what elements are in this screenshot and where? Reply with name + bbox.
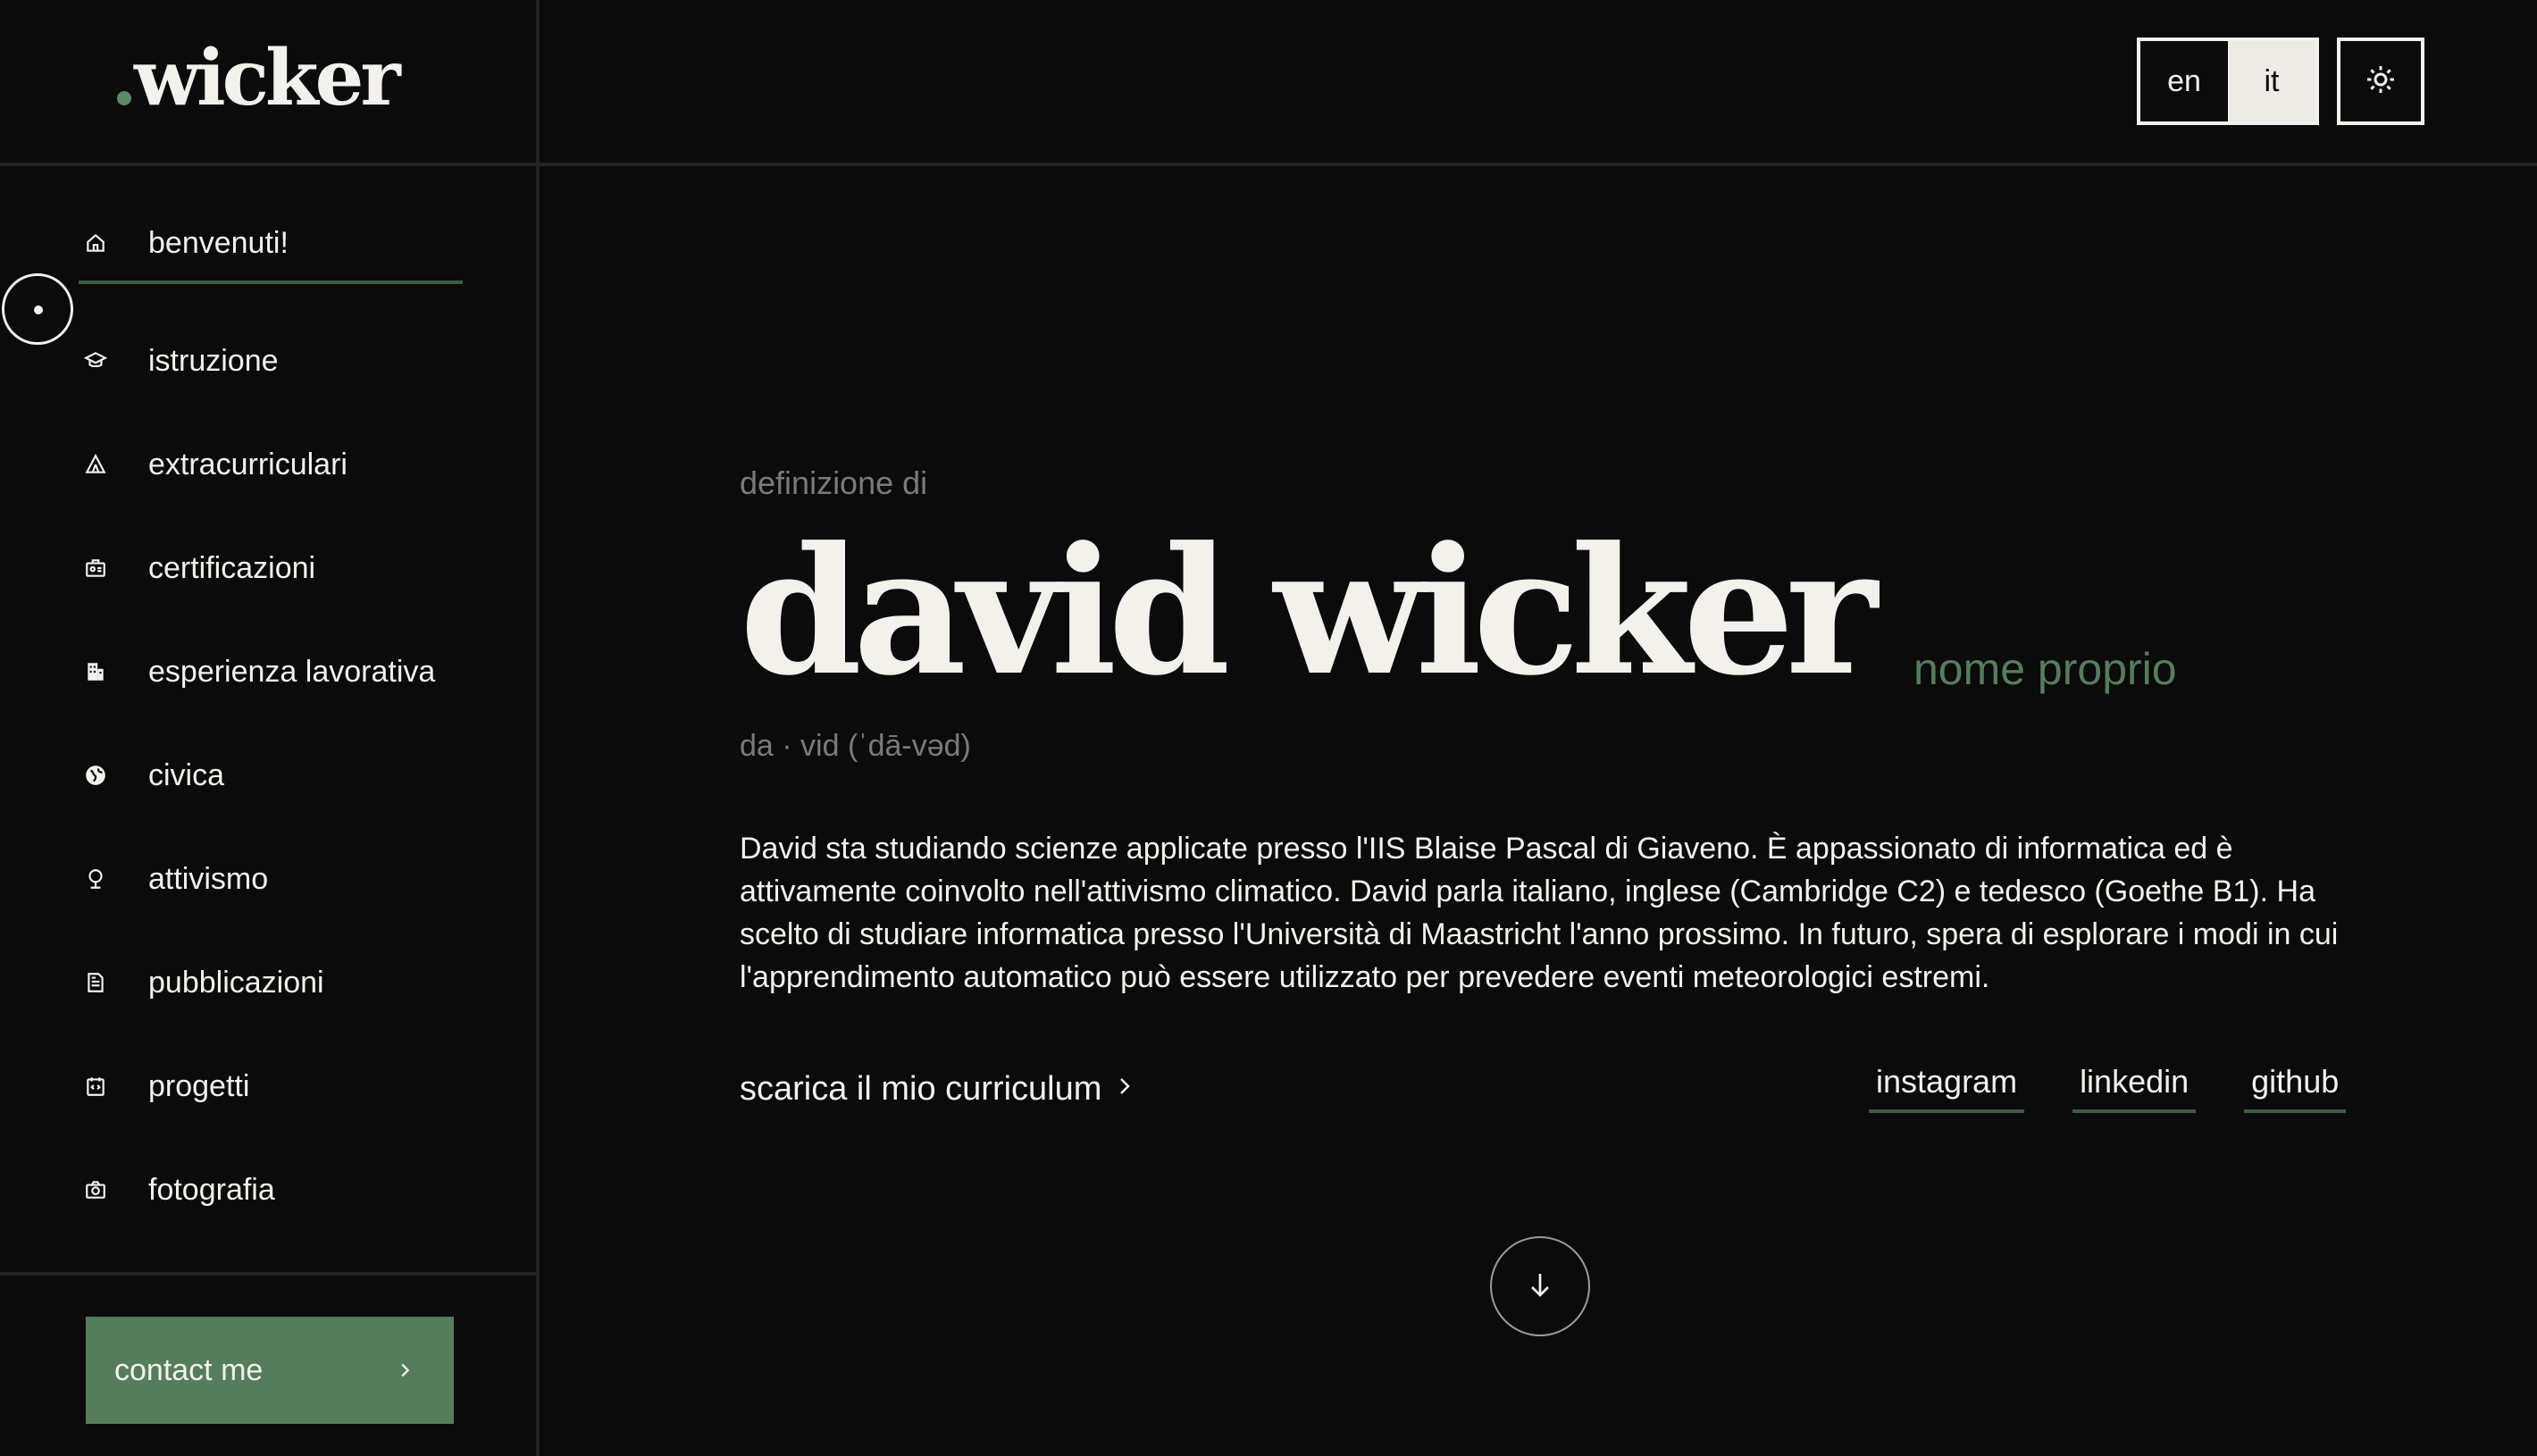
sidebar-item-extracurriculari[interactable]: extracurriculari [79,413,463,516]
arrow-down-icon [1524,1268,1556,1305]
word-class: nome proprio [1913,644,2177,694]
sidebar-item-esperienza-lavorativa[interactable]: esperienza lavorativa [79,620,463,724]
sidebar-item-attivismo[interactable]: attivismo [79,827,463,931]
contact-me-button[interactable]: contact me [86,1317,454,1424]
sidebar: .wicker benvenuti! istruzione extracurri… [0,0,540,1456]
download-cv-label: scarica il mio curriculum [740,1070,1102,1108]
sidebar-item-label: attivismo [148,861,269,896]
topbar: en it [540,0,2537,166]
code-icon [84,1065,127,1108]
logo-area: .wicker [0,0,536,166]
social-links: instagram linkedin github [1869,1063,2347,1113]
sidebar-item-label: civica [148,757,225,792]
sidebar-item-label: istruzione [148,343,279,378]
lang-it-button[interactable]: it [2228,41,2315,121]
github-link[interactable]: github [2244,1063,2347,1113]
sidebar-footer: contact me [0,1272,536,1456]
sidebar-item-label: esperienza lavorativa [148,654,436,689]
name-row: david wicker nome proprio [740,518,2177,706]
scroll-down-button[interactable] [1490,1236,1590,1336]
download-cv-link[interactable]: scarica il mio curriculum [740,1070,1135,1109]
sidebar-item-certificazioni[interactable]: certificazioni [79,516,463,620]
home-icon [84,222,127,264]
contact-me-label: contact me [114,1352,264,1387]
linkedin-link[interactable]: linkedin [2072,1063,2197,1113]
cursor-indicator [2,273,73,345]
building-icon [84,650,127,693]
sidebar-item-label: extracurriculari [148,447,347,481]
pronunciation: da · vid (ˈdā-vəd) [740,729,971,763]
sidebar-item-label: certificazioni [148,550,316,585]
lang-en-button[interactable]: en [2140,41,2228,121]
sidebar-nav: benvenuti! istruzione extracurriculari c… [79,205,463,1242]
sidebar-item-civica[interactable]: civica [79,724,463,827]
sidebar-item-label: progetti [148,1068,250,1103]
camera-icon [84,1168,127,1211]
sidebar-item-label: pubblicazioni [148,965,324,1000]
graduation-cap-icon [84,339,127,382]
certificate-icon [84,547,127,590]
sidebar-item-label: benvenuti! [148,225,289,260]
tent-icon [84,443,127,486]
sidebar-item-progetti[interactable]: progetti [79,1034,463,1138]
document-icon [84,961,127,1004]
sidebar-item-istruzione[interactable]: istruzione [79,309,463,413]
instagram-link[interactable]: instagram [1869,1063,2025,1113]
logo-text: wicker [133,33,401,123]
tree-icon [84,858,127,900]
theme-toggle-button[interactable] [2337,38,2424,125]
definition-label: definizione di [740,464,928,501]
chevron-right-icon [1101,1070,1135,1109]
sidebar-item-benvenuti[interactable]: benvenuti! [79,205,463,284]
logo-dot: . [111,33,138,123]
hero-name: david wicker [740,509,1878,715]
chevron-right-icon [395,1353,414,1388]
site-logo[interactable]: .wicker [111,25,401,132]
sidebar-item-fotografia[interactable]: fotografia [79,1138,463,1242]
globe-icon [84,754,127,797]
bio-paragraph: David sta studiando scienze applicate pr… [740,832,2339,994]
sidebar-item-label: fotografia [148,1172,275,1207]
sidebar-item-pubblicazioni[interactable]: pubblicazioni [79,931,463,1034]
sun-icon [2365,63,2397,100]
language-switch: en it [2137,38,2319,125]
